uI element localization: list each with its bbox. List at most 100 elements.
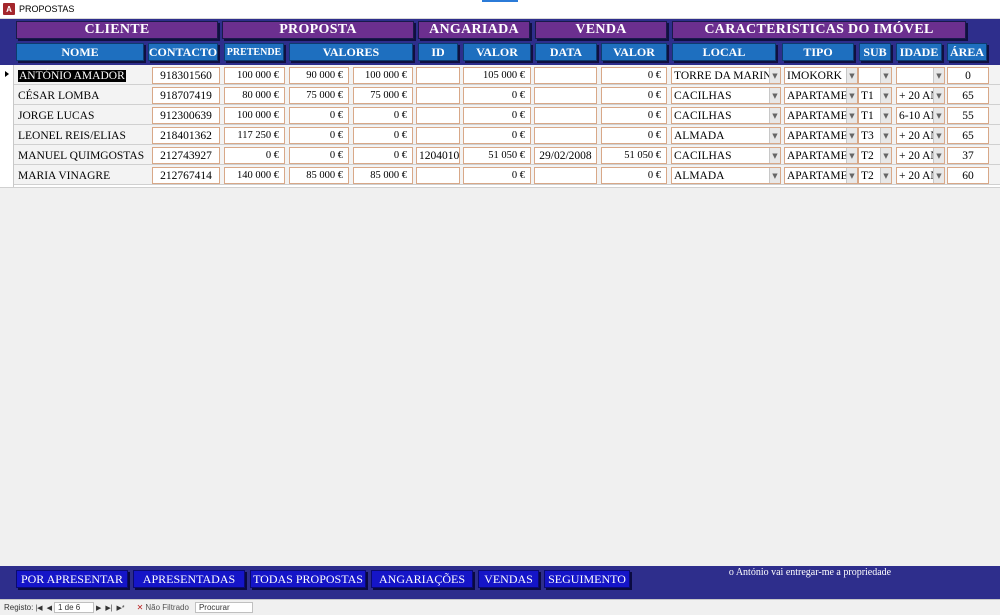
contacto-field[interactable]: 218401362 bbox=[152, 127, 220, 144]
valor2-field[interactable]: 0 € bbox=[353, 147, 413, 164]
valor-venda-field[interactable]: 0 € bbox=[601, 87, 667, 104]
local-combo[interactable]: CACILHAS ▼ bbox=[671, 107, 781, 124]
chevron-down-icon[interactable]: ▼ bbox=[880, 128, 891, 143]
sub-combo[interactable]: T2 ▼ bbox=[858, 167, 892, 184]
record-position-input[interactable]: 1 de 6 bbox=[53, 602, 94, 613]
contacto-field[interactable]: 212767414 bbox=[152, 167, 220, 184]
valor1-field[interactable]: 85 000 € bbox=[289, 167, 349, 184]
chevron-down-icon[interactable]: ▼ bbox=[880, 168, 891, 183]
chevron-down-icon[interactable]: ▼ bbox=[880, 108, 891, 123]
pretende-field[interactable]: 100 000 € bbox=[224, 107, 285, 124]
previous-record-icon[interactable]: ◀ bbox=[47, 604, 52, 612]
valor2-field[interactable]: 100 000 € bbox=[353, 67, 413, 84]
pretende-field[interactable]: 117 250 € bbox=[224, 127, 285, 144]
valor-angariada-field[interactable]: 51 050 € bbox=[463, 147, 531, 164]
contacto-field[interactable]: 918707419 bbox=[152, 87, 220, 104]
valor-venda-field[interactable]: 0 € bbox=[601, 167, 667, 184]
sub-combo[interactable]: ▼ bbox=[858, 67, 892, 84]
valor-venda-field[interactable]: 0 € bbox=[601, 107, 667, 124]
nome-field[interactable]: JORGE LUCAS bbox=[16, 107, 146, 124]
idade-combo[interactable]: + 20 ANOS▼ bbox=[896, 87, 945, 104]
data-field[interactable] bbox=[534, 107, 597, 124]
id-field[interactable] bbox=[416, 107, 460, 124]
idade-combo[interactable]: + 20 ANOS▼ bbox=[896, 167, 945, 184]
tipo-combo[interactable]: APARTAMENTO▼ bbox=[784, 147, 858, 164]
angariacoes-button[interactable]: ANGARIAÇÕES bbox=[371, 570, 473, 588]
local-combo[interactable]: TORRE DA MARINHA▼ bbox=[671, 67, 781, 84]
chevron-down-icon[interactable]: ▼ bbox=[846, 108, 857, 123]
tipo-combo[interactable]: APARTAMENTO▼ bbox=[784, 127, 858, 144]
data-field[interactable] bbox=[534, 67, 597, 84]
chevron-down-icon[interactable]: ▼ bbox=[880, 88, 891, 103]
chevron-down-icon[interactable]: ▼ bbox=[846, 68, 857, 83]
valor2-field[interactable]: 0 € bbox=[353, 127, 413, 144]
area-field[interactable]: 65 bbox=[947, 87, 989, 104]
data-field[interactable]: 29/02/2008 bbox=[534, 147, 597, 164]
por-apresentar-button[interactable]: POR APRESENTAR bbox=[16, 570, 128, 588]
valor2-field[interactable]: 85 000 € bbox=[353, 167, 413, 184]
valor1-field[interactable]: 0 € bbox=[289, 127, 349, 144]
area-field[interactable]: 37 bbox=[947, 147, 989, 164]
search-input[interactable]: Procurar bbox=[194, 602, 253, 613]
valor1-field[interactable]: 90 000 € bbox=[289, 67, 349, 84]
valor2-field[interactable]: 0 € bbox=[353, 107, 413, 124]
chevron-down-icon[interactable]: ▼ bbox=[933, 108, 944, 123]
todas-propostas-button[interactable]: TODAS PROPOSTAS bbox=[250, 570, 366, 588]
apresentadas-button[interactable]: APRESENTADAS bbox=[133, 570, 245, 588]
record-selector[interactable] bbox=[0, 85, 14, 105]
local-combo[interactable]: ALMADA ▼ bbox=[671, 127, 781, 144]
chevron-down-icon[interactable]: ▼ bbox=[933, 68, 944, 83]
record-selector[interactable] bbox=[0, 125, 14, 145]
valor-venda-field[interactable]: 0 € bbox=[601, 127, 667, 144]
chevron-down-icon[interactable]: ▼ bbox=[880, 68, 891, 83]
idade-combo[interactable]: + 20 ANOS▼ bbox=[896, 147, 945, 164]
id-field[interactable] bbox=[416, 87, 460, 104]
record-selector[interactable] bbox=[0, 145, 14, 165]
sub-combo[interactable]: T2 ▼ bbox=[858, 147, 892, 164]
record-selector[interactable] bbox=[0, 105, 14, 125]
chevron-down-icon[interactable]: ▼ bbox=[846, 128, 857, 143]
chevron-down-icon[interactable]: ▼ bbox=[933, 128, 944, 143]
chevron-down-icon[interactable]: ▼ bbox=[933, 168, 944, 183]
local-combo[interactable]: CACILHAS ▼ bbox=[671, 87, 781, 104]
valor1-field[interactable]: 75 000 € bbox=[289, 87, 349, 104]
tipo-combo[interactable]: APARTAMENTO▼ bbox=[784, 87, 858, 104]
idade-combo[interactable]: 6-10 ANOS▼ bbox=[896, 107, 945, 124]
valor-angariada-field[interactable]: 0 € bbox=[463, 87, 531, 104]
nome-field[interactable]: CÉSAR LOMBA bbox=[16, 87, 146, 104]
pretende-field[interactable]: 140 000 € bbox=[224, 167, 285, 184]
chevron-down-icon[interactable]: ▼ bbox=[769, 88, 780, 103]
record-selector[interactable] bbox=[0, 165, 14, 185]
valor1-field[interactable]: 0 € bbox=[289, 107, 349, 124]
local-combo[interactable]: CACILHAS ▼ bbox=[671, 147, 781, 164]
chevron-down-icon[interactable]: ▼ bbox=[846, 148, 857, 163]
valor-venda-field[interactable]: 51 050 € bbox=[601, 147, 667, 164]
idade-combo[interactable]: + 20 ANOS▼ bbox=[896, 127, 945, 144]
nome-field[interactable]: MARIA VINAGRE bbox=[16, 167, 146, 184]
pretende-field[interactable]: 100 000 € bbox=[224, 67, 285, 84]
idade-combo[interactable]: ▼ bbox=[896, 67, 945, 84]
record-selector[interactable] bbox=[0, 65, 14, 85]
data-field[interactable] bbox=[534, 87, 597, 104]
area-field[interactable]: 0 bbox=[947, 67, 989, 84]
data-field[interactable] bbox=[534, 127, 597, 144]
tipo-combo[interactable]: IMOKORK ▼ bbox=[784, 67, 858, 84]
vendas-button[interactable]: VENDAS bbox=[478, 570, 539, 588]
contacto-field[interactable]: 912300639 bbox=[152, 107, 220, 124]
id-field[interactable]: 1204010 bbox=[416, 147, 460, 164]
data-field[interactable] bbox=[534, 167, 597, 184]
nome-field[interactable]: LEONEL REIS/ELIAS bbox=[16, 127, 146, 144]
chevron-down-icon[interactable]: ▼ bbox=[769, 128, 780, 143]
id-field[interactable] bbox=[416, 167, 460, 184]
chevron-down-icon[interactable]: ▼ bbox=[769, 68, 780, 83]
tipo-combo[interactable]: APARTAMENTO▼ bbox=[784, 167, 858, 184]
valor2-field[interactable]: 75 000 € bbox=[353, 87, 413, 104]
sub-combo[interactable]: T1 ▼ bbox=[858, 87, 892, 104]
chevron-down-icon[interactable]: ▼ bbox=[769, 148, 780, 163]
valor-angariada-field[interactable]: 105 000 € bbox=[463, 67, 531, 84]
local-combo[interactable]: ALMADA ▼ bbox=[671, 167, 781, 184]
chevron-down-icon[interactable]: ▼ bbox=[880, 148, 891, 163]
valor-angariada-field[interactable]: 0 € bbox=[463, 167, 531, 184]
pretende-field[interactable]: 80 000 € bbox=[224, 87, 285, 104]
area-field[interactable]: 65 bbox=[947, 127, 989, 144]
